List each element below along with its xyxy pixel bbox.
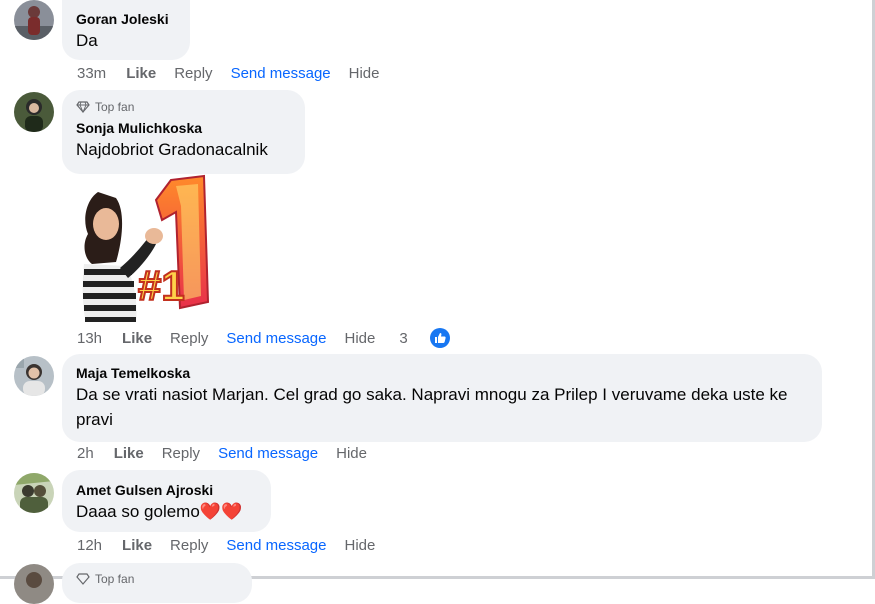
comment-text-row: Daaa so golemo❤️❤️ — [76, 499, 257, 524]
comment-author[interactable]: Goran Joleski — [76, 10, 176, 28]
comment-bubble: Amet Gulsen Ajroski Daaa so golemo❤️❤️ — [62, 470, 271, 532]
top-fan-label: Top fan — [95, 99, 134, 115]
comment-bubble: Goran Joleski Da — [62, 0, 190, 60]
comment-text: Da se vrati nasiot Marjan. Cel grad go s… — [76, 382, 796, 432]
timestamp[interactable]: 13h — [77, 330, 102, 347]
reply-button[interactable]: Reply — [162, 445, 200, 462]
hide-button[interactable]: Hide — [344, 537, 375, 554]
send-message-button[interactable]: Send message — [218, 445, 318, 462]
send-message-button[interactable]: Send message — [226, 537, 326, 554]
hide-button[interactable]: Hide — [344, 330, 375, 347]
comment-text: Najdobriot Gradonacalnik — [76, 137, 291, 162]
avatar[interactable] — [14, 564, 54, 604]
comment-bubble: Maja Temelkoska Da se vrati nasiot Marja… — [62, 354, 822, 442]
like-reaction-icon — [430, 328, 450, 348]
reply-button[interactable]: Reply — [170, 537, 208, 554]
diamond-icon — [76, 573, 90, 585]
send-message-button[interactable]: Send message — [226, 330, 326, 347]
hide-button[interactable]: Hide — [349, 65, 380, 82]
avatar[interactable] — [14, 356, 54, 396]
reaction-summary[interactable]: 3 — [399, 328, 467, 348]
number-one-sticker[interactable]: #1 — [76, 172, 216, 322]
avatar[interactable] — [14, 0, 54, 40]
comment-text: Daaa so golemo — [76, 502, 200, 521]
comment-author[interactable]: Sonja Mulichkoska — [76, 119, 291, 137]
comment-actions: 12h Like Reply Send message Hide — [77, 537, 393, 554]
like-button[interactable]: Like — [114, 445, 144, 462]
comment-actions: 33m Like Reply Send message Hide — [77, 65, 398, 82]
comment-author[interactable]: Amet Gulsen Ajroski — [76, 481, 257, 499]
like-button[interactable]: Like — [122, 537, 152, 554]
reply-button[interactable]: Reply — [174, 65, 212, 82]
reply-button[interactable]: Reply — [170, 330, 208, 347]
comment-bubble: Top fan Sonja Mulichkoska Najdobriot Gra… — [62, 90, 305, 174]
top-fan-badge: Top fan — [76, 571, 238, 587]
diamond-icon — [76, 101, 90, 113]
hide-button[interactable]: Hide — [336, 445, 367, 462]
comment-author[interactable]: Maja Temelkoska — [76, 364, 808, 382]
avatar[interactable] — [14, 92, 54, 132]
comment-bubble: Top fan — [62, 563, 252, 603]
timestamp[interactable]: 2h — [77, 445, 94, 462]
like-button[interactable]: Like — [122, 330, 152, 347]
like-button[interactable]: Like — [126, 65, 156, 82]
heart-emoji: ❤️❤️ — [200, 502, 242, 521]
comment-actions: 13h Like Reply Send message Hide 3 — [77, 328, 486, 348]
top-fan-badge: Top fan — [76, 99, 291, 115]
send-message-button[interactable]: Send message — [231, 65, 331, 82]
avatar[interactable] — [14, 473, 54, 513]
timestamp[interactable]: 33m — [77, 65, 106, 82]
reaction-count: 3 — [399, 330, 407, 347]
timestamp[interactable]: 12h — [77, 537, 102, 554]
comment-actions: 2h Like Reply Send message Hide — [77, 445, 385, 462]
sticker-hash-text: #1 — [138, 262, 185, 309]
comment-text: Da — [76, 28, 176, 53]
top-fan-label: Top fan — [95, 571, 134, 587]
